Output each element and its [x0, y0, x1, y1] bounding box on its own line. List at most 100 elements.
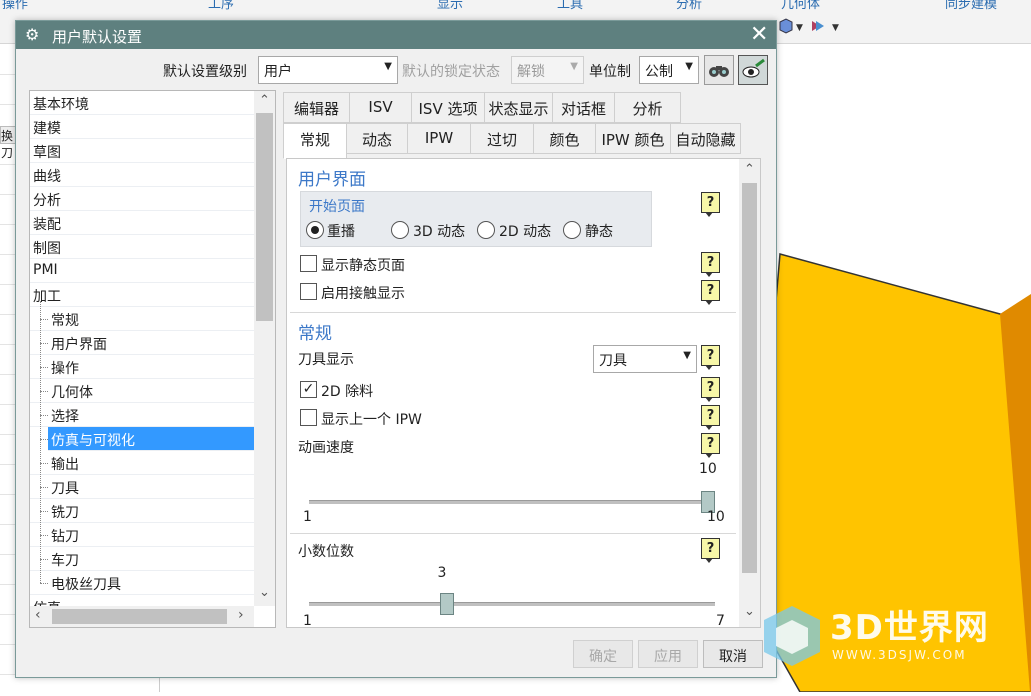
svg-text:▼: ▼: [796, 23, 803, 33]
tree-item[interactable]: 装配: [30, 211, 254, 235]
tree-item[interactable]: 建模: [30, 115, 254, 139]
tab[interactable]: 状态显示: [484, 92, 553, 123]
show-static-page-label: 显示静态页面: [321, 258, 405, 274]
tree-item[interactable]: 草图: [30, 139, 254, 163]
tab[interactable]: 过切: [470, 123, 534, 154]
tree-scroll-thumb[interactable]: [256, 113, 273, 321]
lock-state-select: 解锁 ▼: [511, 56, 584, 84]
close-icon[interactable]: ✕: [750, 22, 768, 47]
ribbon-label[interactable]: 几何体: [781, 0, 820, 12]
panel-scroll-thumb[interactable]: [742, 183, 757, 573]
tab[interactable]: 动态: [346, 123, 408, 154]
units-select[interactable]: 公制 ▼: [639, 56, 699, 84]
chevron-down-icon: ▼: [570, 61, 578, 72]
tree-item[interactable]: 刀具: [30, 475, 254, 499]
enable-touch-checkbox[interactable]: [300, 283, 317, 300]
tab[interactable]: 对话框: [552, 92, 615, 123]
help-icon[interactable]: ?: [701, 192, 720, 217]
material-2d-label: 2D 除料: [321, 384, 374, 400]
radio-replay[interactable]: [306, 221, 324, 239]
ribbon-label[interactable]: 操作: [2, 0, 28, 12]
tool-display-value: 刀具: [599, 353, 627, 369]
svg-text:▼: ▼: [832, 23, 839, 33]
manage-defaults-button[interactable]: [738, 55, 768, 85]
tree-item[interactable]: 常规: [30, 307, 254, 331]
apply-button[interactable]: 应用: [638, 640, 698, 668]
show-static-page-checkbox[interactable]: [300, 255, 317, 272]
tree-item[interactable]: 输出: [30, 451, 254, 475]
tree-item[interactable]: 钻刀: [30, 523, 254, 547]
chevron-right-icon[interactable]: ›: [238, 607, 244, 623]
help-icon[interactable]: ?: [701, 433, 720, 458]
chevron-up-icon[interactable]: ⌃: [744, 162, 755, 177]
material-2d-checkbox[interactable]: ✓: [300, 381, 317, 398]
help-icon[interactable]: ?: [701, 345, 720, 370]
ribbon-label[interactable]: 显示: [437, 0, 463, 12]
tab[interactable]: 颜色: [533, 123, 596, 154]
ribbon-label[interactable]: 分析: [676, 0, 702, 12]
panel-scrollbar[interactable]: ⌃ ⌄: [739, 159, 760, 627]
anim-speed-track[interactable]: [309, 500, 715, 504]
help-icon[interactable]: ?: [701, 280, 720, 305]
dialog-titlebar[interactable]: ⚙ 用户默认设置 ✕: [16, 21, 776, 49]
ribbon-label[interactable]: 工具: [557, 0, 583, 12]
help-icon[interactable]: ?: [701, 377, 720, 402]
tree-item[interactable]: 电极丝刀具: [30, 571, 254, 595]
tree-item[interactable]: 用户界面: [30, 331, 254, 355]
radio-3d-dynamic[interactable]: [391, 221, 409, 239]
tab[interactable]: 常规: [283, 123, 347, 159]
tree-item[interactable]: PMI: [30, 259, 254, 283]
tree-item[interactable]: 分析: [30, 187, 254, 211]
tab[interactable]: 编辑器: [283, 92, 350, 123]
radio-2d-dynamic[interactable]: [477, 221, 495, 239]
help-icon[interactable]: ?: [701, 405, 720, 430]
tab[interactable]: 自动隐藏: [670, 123, 741, 154]
tree-hscroll-thumb[interactable]: [52, 609, 227, 624]
find-default-button[interactable]: [704, 55, 734, 85]
tree-item[interactable]: 加工: [30, 283, 254, 307]
help-icon[interactable]: ?: [701, 538, 720, 563]
radio-static-label: 静态: [585, 224, 613, 240]
radio-3d-label: 3D 动态: [413, 224, 466, 240]
chevron-up-icon[interactable]: ⌃: [259, 93, 270, 108]
start-page-title: 开始页面: [309, 199, 365, 215]
tool-display-select[interactable]: 刀具 ▼: [593, 345, 697, 373]
decimals-track[interactable]: [309, 602, 715, 606]
tab[interactable]: 分析: [614, 92, 681, 123]
tab[interactable]: IPW 颜色: [595, 123, 671, 154]
tree-item[interactable]: 铣刀: [30, 499, 254, 523]
decimals-slider[interactable]: [439, 593, 454, 615]
tree-item[interactable]: 选择: [30, 403, 254, 427]
tree-horizontal-scrollbar[interactable]: ‹ ›: [30, 606, 254, 627]
help-icon[interactable]: ?: [701, 252, 720, 277]
chevron-down-icon[interactable]: ⌄: [259, 585, 270, 600]
radio-static[interactable]: [563, 221, 581, 239]
tree-item[interactable]: 仿真与可视化: [48, 427, 254, 451]
chevron-left-icon[interactable]: ‹: [35, 607, 41, 623]
ribbon-label[interactable]: 工序: [208, 0, 234, 12]
tree-connector: [40, 559, 48, 560]
radio-replay-label: 重播: [327, 224, 355, 240]
view-cube-icon[interactable]: ▼ ▼: [776, 18, 846, 34]
cube-logo-icon: [764, 606, 820, 666]
tree-item[interactable]: 曲线: [30, 163, 254, 187]
gear-icon: ⚙: [25, 25, 40, 44]
tree-connector: [40, 535, 48, 536]
toolbar-icons[interactable]: ▼ ▼: [776, 18, 846, 38]
settings-level-value: 用户: [264, 64, 292, 80]
show-prev-ipw-checkbox[interactable]: [300, 409, 317, 426]
ok-button[interactable]: 确定: [573, 640, 633, 668]
tree-item[interactable]: 基本环境: [30, 91, 254, 115]
radio-2d-label: 2D 动态: [499, 224, 552, 240]
tab[interactable]: ISV 选项: [411, 92, 485, 123]
tab[interactable]: IPW: [407, 123, 471, 154]
category-tree[interactable]: 基本环境 建模 草图 曲线 分析 装配 制图 PMI 加工 常规 用户界面 操作 几何体 选择 仿真与可视化…: [29, 90, 276, 628]
tree-item[interactable]: 几何体: [30, 379, 254, 403]
settings-level-select[interactable]: 用户 ▼: [258, 56, 398, 84]
tree-item[interactable]: 操作: [30, 355, 254, 379]
tab[interactable]: ISV: [349, 92, 412, 123]
tree-vertical-scrollbar[interactable]: ⌃ ⌄: [254, 91, 275, 606]
ribbon-label[interactable]: 同步建模: [945, 0, 997, 12]
tree-item[interactable]: 制图: [30, 235, 254, 259]
tree-item[interactable]: 车刀: [30, 547, 254, 571]
